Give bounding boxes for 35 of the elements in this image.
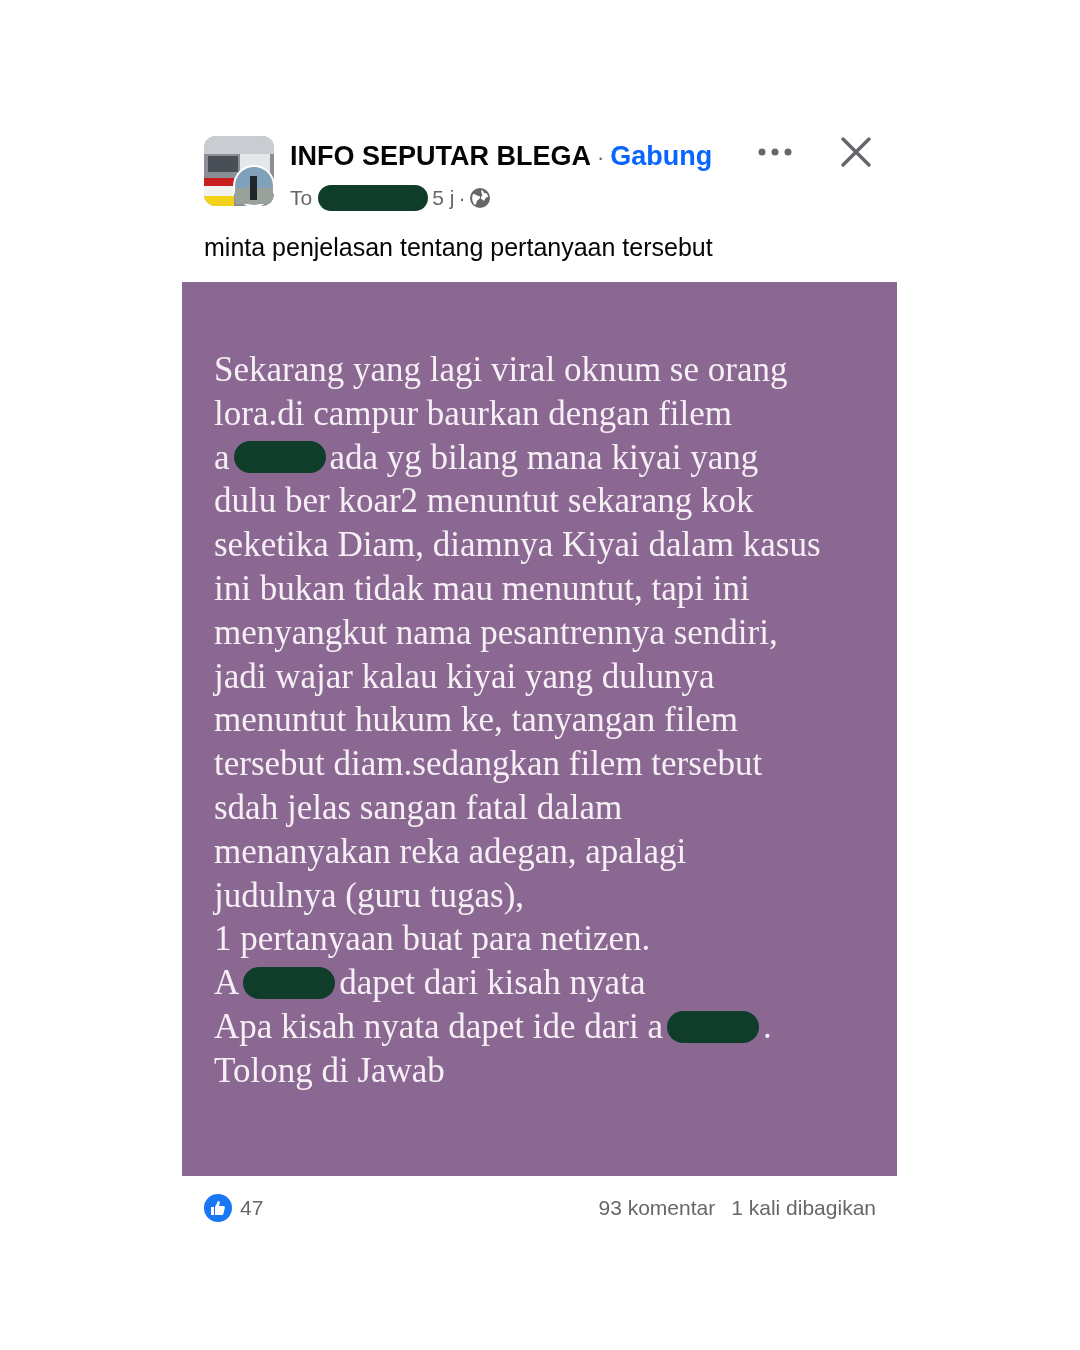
image-text-line: A	[214, 962, 240, 1005]
image-text-line: judulnya (guru tugas),	[214, 874, 525, 917]
image-text-line: menanyakan reka adegan, apalagi	[214, 830, 687, 873]
image-text-line: tersebut diam.sedangkan filem tersebut	[214, 743, 763, 786]
globe-icon	[469, 186, 492, 209]
post-meta-text: 5 j	[432, 187, 455, 208]
image-text-line: a	[214, 436, 230, 479]
post-meta-text: ·	[458, 187, 466, 208]
image-text-line: seketika Diam, diamnya Kiyai dalam kasus	[214, 524, 821, 567]
group-name[interactable]: INFO SEPUTAR BLEGA	[290, 136, 591, 177]
separator-dot: ·	[597, 144, 605, 172]
image-text-line: Sekarang yang lagi viral oknum se orang	[214, 349, 788, 391]
post-caption: minta penjelasan tentang pertanyaan tersebut	[204, 231, 714, 263]
like-count[interactable]: 47	[240, 1192, 264, 1224]
image-text-line: .	[763, 1005, 772, 1048]
image-text-line: Tolong di Jawab	[214, 1049, 445, 1092]
image-text-line: menuntut hukum ke, tanyangan filem	[214, 699, 738, 742]
image-text-line: dapet dari kisah nyata	[339, 962, 646, 1005]
like-icon	[204, 1193, 232, 1222]
close-icon[interactable]	[840, 136, 872, 168]
group-avatar[interactable]	[204, 136, 274, 206]
image-text-line: ini bukan tidak mau menuntut, tapi ini	[214, 568, 750, 610]
image-text-line: dulu ber koar2 menuntut sekarang kok	[214, 480, 754, 523]
more-options-icon[interactable]	[758, 147, 792, 157]
image-text-line: lora.di campur baurkan dengan filem	[214, 392, 732, 435]
image-text-line: Apa kisah nyata dapet ide dari a	[214, 1005, 663, 1048]
join-link[interactable]: Gabung	[610, 136, 713, 177]
image-text-line: sdah jelas sangan fatal dalam	[214, 786, 623, 829]
comment-count[interactable]: 93 komentar	[598, 1192, 716, 1224]
post-meta-text: To	[290, 187, 313, 208]
image-text-line: 1 pertanyaan buat para netizen.	[214, 918, 651, 961]
share-count[interactable]: 1 kali dibagikan	[731, 1192, 876, 1224]
image-text-line: menyangkut nama pesantrennya sendiri,	[214, 611, 778, 654]
image-text-line: ada yg bilang mana kiyai yang	[329, 436, 759, 479]
image-text-line: jadi wajar kalau kiyai yang dulunya	[214, 655, 715, 698]
